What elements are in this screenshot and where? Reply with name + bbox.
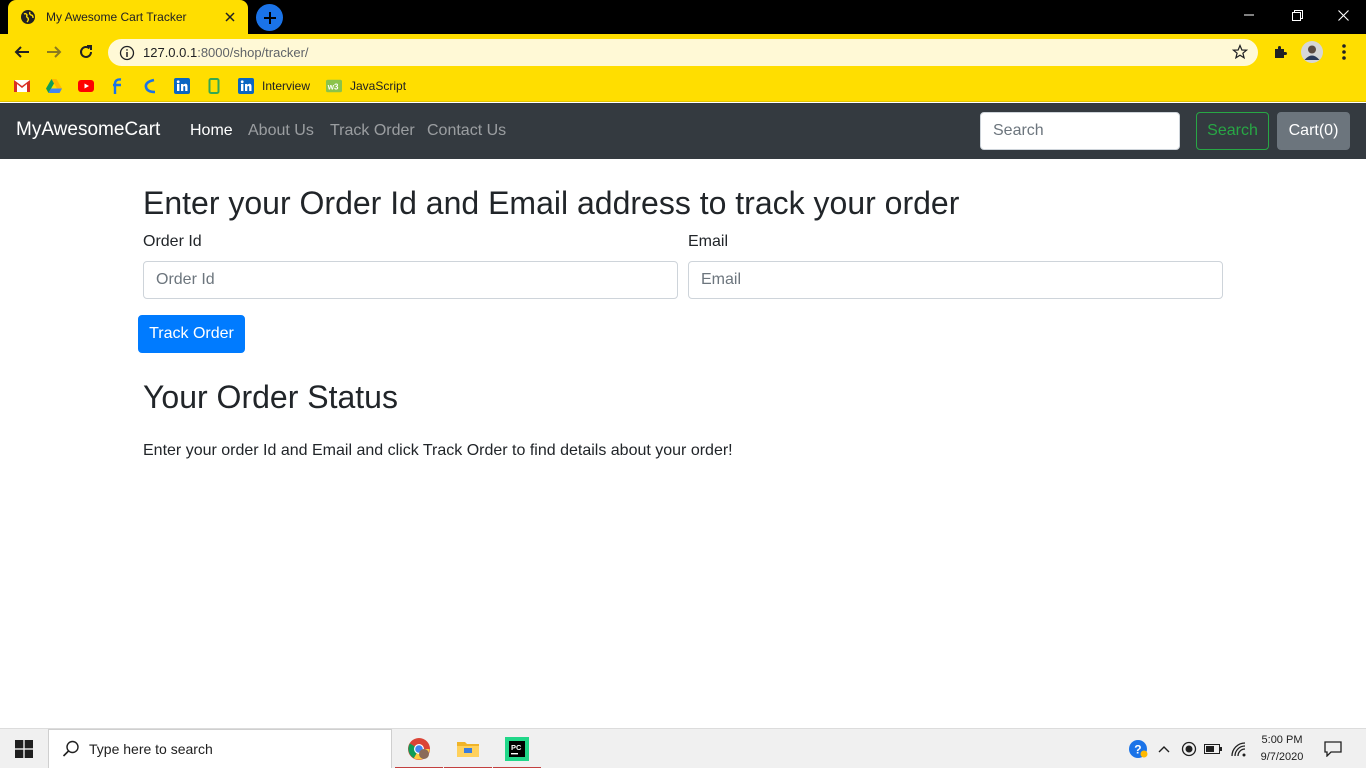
- bookmark-c[interactable]: [142, 76, 166, 96]
- clock-time: 5:00 PM: [1261, 734, 1303, 746]
- taskbar-app-chrome[interactable]: [395, 729, 443, 768]
- bookmark-c-icon: [142, 78, 158, 94]
- taskbar-app-pycharm[interactable]: PC: [493, 729, 541, 768]
- order-id-input[interactable]: [143, 261, 678, 299]
- forward-button[interactable]: [40, 38, 68, 66]
- arrow-left-icon: [14, 46, 29, 58]
- nav-home[interactable]: Home: [190, 122, 233, 140]
- back-button[interactable]: [8, 38, 36, 66]
- extensions-button[interactable]: [1268, 40, 1292, 64]
- browser-tab[interactable]: My Awesome Cart Tracker: [8, 0, 248, 34]
- search-icon: [61, 739, 81, 759]
- order-status-heading: Your Order Status: [143, 379, 398, 415]
- close-icon[interactable]: [222, 9, 238, 25]
- brand-link[interactable]: MyAwesomeCart: [16, 119, 160, 141]
- site-search-input[interactable]: [980, 112, 1180, 150]
- bookmark-gmail[interactable]: [14, 76, 38, 96]
- drive-icon: [46, 78, 62, 94]
- browser-menu-button[interactable]: [1332, 40, 1356, 64]
- battery-icon[interactable]: [1203, 739, 1223, 759]
- svg-text:PC: PC: [511, 743, 522, 752]
- linkedin-icon: [174, 78, 190, 94]
- star-icon[interactable]: [1232, 44, 1248, 60]
- browser-titlebar: My Awesome Cart Tracker: [0, 0, 1366, 34]
- record-icon[interactable]: [1179, 739, 1199, 759]
- site-navbar: MyAwesomeCart Home About Us Track Order …: [0, 103, 1366, 159]
- bookmark-youtube[interactable]: [78, 76, 102, 96]
- chevron-up-icon[interactable]: [1154, 739, 1174, 759]
- kebab-menu-icon: [1342, 44, 1346, 60]
- taskbar-search-placeholder: Type here to search: [89, 741, 213, 757]
- nav-contact-us[interactable]: Contact Us: [427, 122, 506, 140]
- cart-button[interactable]: Cart(0): [1277, 112, 1350, 150]
- order-status-message: Enter your order Id and Email and click …: [143, 442, 733, 459]
- bookmark-interview[interactable]: Interview: [238, 76, 310, 96]
- tab-title: My Awesome Cart Tracker: [46, 10, 187, 24]
- search-button[interactable]: Search: [1196, 112, 1269, 150]
- system-clock[interactable]: 5:00 PM 9/7/2020: [1252, 732, 1312, 766]
- bookmark-f[interactable]: [110, 76, 134, 96]
- help-icon[interactable]: ?: [1128, 739, 1148, 759]
- arrow-right-icon: [47, 46, 62, 58]
- reload-icon: [80, 45, 92, 58]
- page-title: Enter your Order Id and Email address to…: [143, 185, 960, 221]
- linkedin-icon: [238, 78, 254, 94]
- wifi-icon[interactable]: [1229, 739, 1249, 759]
- browser-toolbar: 127.0.0.1:8000/shop/tracker/: [0, 34, 1366, 70]
- minimize-icon: [1244, 14, 1254, 16]
- profile-avatar[interactable]: [1300, 40, 1324, 64]
- bookmark-linkedin[interactable]: [174, 76, 198, 96]
- reload-button[interactable]: [72, 38, 100, 66]
- nav-track-order[interactable]: Track Order: [330, 122, 415, 140]
- order-id-label: Order Id: [143, 233, 202, 250]
- bookmark-green[interactable]: [206, 76, 230, 96]
- taskbar-app-file-explorer[interactable]: [444, 729, 492, 768]
- close-icon: [1337, 9, 1349, 21]
- gmail-icon: [14, 78, 30, 94]
- youtube-icon: [78, 78, 94, 94]
- windows-taskbar: Type here to search PC ? 5:00 PM 9/7/202…: [0, 728, 1366, 768]
- nav-about-us[interactable]: About Us: [248, 122, 314, 140]
- bookmark-javascript[interactable]: w3 JavaScript: [326, 76, 406, 96]
- notifications-button[interactable]: [1318, 729, 1348, 768]
- start-button[interactable]: [0, 729, 48, 768]
- bookmark-drive[interactable]: [46, 76, 70, 96]
- email-label: Email: [688, 233, 729, 250]
- info-icon[interactable]: [119, 45, 135, 61]
- bookmark-green-icon: [206, 78, 222, 94]
- new-tab-button[interactable]: [256, 4, 283, 31]
- window-close-button[interactable]: [1320, 0, 1366, 30]
- bookmark-label: JavaScript: [350, 79, 407, 93]
- minimize-button[interactable]: [1226, 0, 1272, 30]
- bookmarks-bar: Interview w3 JavaScript: [0, 70, 1366, 102]
- windows-logo-icon: [15, 740, 33, 758]
- puzzle-icon: [1275, 46, 1287, 58]
- plus-icon: [263, 11, 276, 24]
- url-text: 127.0.0.1:8000/shop/tracker/: [143, 45, 309, 60]
- taskbar-search-box[interactable]: Type here to search: [48, 729, 392, 768]
- chrome-icon: [408, 738, 430, 760]
- w3schools-icon: w3: [326, 78, 342, 94]
- file-explorer-icon: [457, 742, 479, 757]
- globe-icon: [20, 9, 36, 25]
- svg-text:w3: w3: [327, 83, 339, 92]
- bookmark-f-icon: [110, 78, 126, 94]
- pycharm-icon: PC: [505, 737, 529, 761]
- restore-icon: [1291, 9, 1303, 21]
- notification-icon: [1324, 741, 1342, 757]
- clock-date: 9/7/2020: [1260, 751, 1304, 763]
- address-bar[interactable]: 127.0.0.1:8000/shop/tracker/: [108, 39, 1258, 66]
- email-input[interactable]: [688, 261, 1223, 299]
- restore-button[interactable]: [1274, 0, 1320, 30]
- avatar-icon: [1301, 41, 1323, 63]
- track-order-button[interactable]: Track Order: [138, 315, 245, 353]
- bookmark-label: Interview: [262, 79, 311, 93]
